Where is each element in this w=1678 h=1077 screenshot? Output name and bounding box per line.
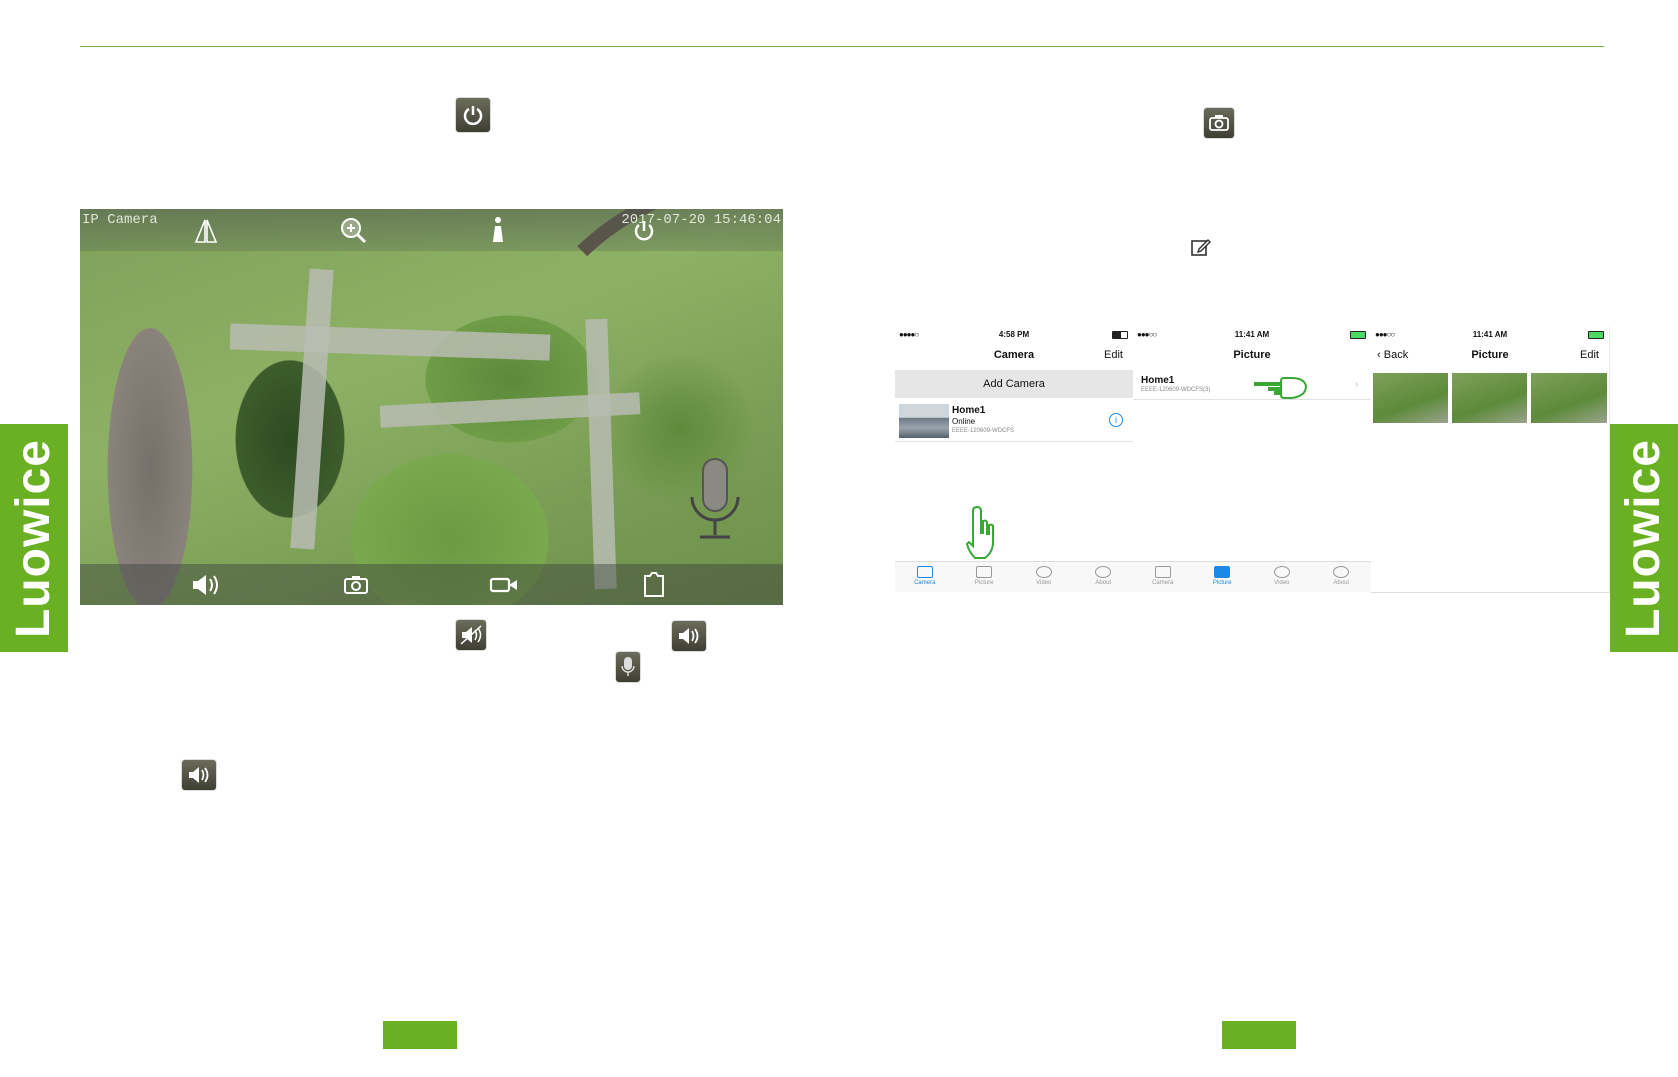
tab-video[interactable]: Video <box>1252 562 1312 592</box>
camera-bottom-toolbar <box>80 564 783 605</box>
speaker-icon <box>182 760 216 790</box>
status-bar: ●●●○○ 11:41 AM <box>1371 327 1609 341</box>
brand-side-tab-right: Luowice <box>1610 424 1678 652</box>
picture-thumbnail[interactable] <box>1531 373 1607 423</box>
tab-camera[interactable]: Camera <box>1133 562 1193 592</box>
camera-icon <box>1154 566 1171 578</box>
nav-bar: ‹ Back Picture Edit <box>1371 341 1609 369</box>
speaker-icon <box>672 621 706 651</box>
folder-subtitle: EEEE-120609-WDCFS(3) <box>1141 387 1211 393</box>
edit-icon <box>1190 236 1212 258</box>
garden-path <box>290 268 334 550</box>
tab-bar: Camera Picture Video About <box>895 561 1133 592</box>
info-icon[interactable]: i <box>1109 413 1123 427</box>
status-time: 11:41 AM <box>1472 330 1508 339</box>
power-icon[interactable] <box>630 217 658 245</box>
status-time: 4:58 PM <box>998 330 1030 339</box>
brand-label: Luowice <box>1617 438 1671 638</box>
record-video-icon[interactable] <box>488 573 520 597</box>
camera-name: Home1 <box>952 405 986 416</box>
nav-bar: Camera Edit <box>895 341 1133 369</box>
tab-bar: Camera Picture Video About <box>1133 561 1371 592</box>
phone-screen-picture-list: ●●●○○ 11:41 AM Picture Home1 EEEE-120609… <box>1133 327 1372 592</box>
picture-icon <box>976 566 993 578</box>
page-marker-right <box>1219 1021 1296 1049</box>
nav-title: Picture <box>1233 349 1271 361</box>
microphone-icon[interactable] <box>684 457 746 543</box>
pointing-hand-icon <box>965 505 995 561</box>
battery-icon <box>1112 331 1128 339</box>
camera-icon <box>916 566 933 578</box>
chevron-right-icon: › <box>1355 379 1359 390</box>
nav-title: Camera <box>993 349 1035 361</box>
picture-icon <box>1214 566 1231 578</box>
folder-title: Home1 <box>1141 375 1175 386</box>
nav-title: Picture <box>1471 349 1509 361</box>
video-icon <box>1035 566 1052 578</box>
mirror-icon[interactable] <box>192 217 220 245</box>
tab-picture[interactable]: Picture <box>1193 562 1253 592</box>
status-bar: ●●●○○ 11:41 AM <box>1133 327 1371 341</box>
about-icon <box>1333 566 1350 578</box>
power-icon <box>456 98 490 132</box>
tab-picture[interactable]: Picture <box>955 562 1015 592</box>
page-marker-left <box>380 1021 457 1049</box>
pan-tilt-icon[interactable] <box>488 215 508 245</box>
phone-screen-picture-gallery: ●●●○○ 11:41 AM ‹ Back Picture Edit <box>1371 327 1610 593</box>
tab-about[interactable]: About <box>1312 562 1372 592</box>
about-icon <box>1095 566 1112 578</box>
fullscreen-icon[interactable] <box>640 569 668 599</box>
microphone-icon <box>616 652 640 682</box>
brand-side-tab-left: Luowice <box>0 424 68 652</box>
speaker-icon[interactable] <box>190 571 224 599</box>
add-camera-button[interactable]: Add Camera <box>895 370 1133 398</box>
pointing-hand-icon <box>1253 373 1309 399</box>
header-rule <box>80 46 1604 47</box>
tab-camera[interactable]: Camera <box>895 562 955 592</box>
curved-road <box>500 209 783 605</box>
camera-live-view: IP Camera 2017-07-20 15:46:04 <box>80 209 783 605</box>
mute-icon <box>456 620 486 650</box>
tab-video[interactable]: Video <box>1014 562 1074 592</box>
battery-icon <box>1588 331 1604 339</box>
battery-icon <box>1350 331 1366 339</box>
picture-thumbnail[interactable] <box>1452 373 1527 423</box>
snapshot-icon <box>1204 108 1234 138</box>
phone-screen-camera-list: ●●●●○ 4:58 PM Camera Edit Add Camera Hom… <box>895 327 1134 592</box>
camera-list-item[interactable]: Home1 Online EEEE-120609-WDCFS i <box>895 401 1133 442</box>
nav-bar: Picture <box>1133 341 1371 369</box>
zoom-in-icon[interactable] <box>338 215 368 245</box>
tab-about[interactable]: About <box>1074 562 1134 592</box>
status-bar: ●●●●○ 4:58 PM <box>895 327 1133 341</box>
camera-thumbnail <box>899 404 949 438</box>
picture-folder-row[interactable]: Home1 EEEE-120609-WDCFS(3) › <box>1133 371 1371 400</box>
edit-button[interactable]: Edit <box>1104 349 1123 361</box>
garden-path <box>229 323 551 361</box>
brand-label: Luowice <box>7 438 61 638</box>
video-icon <box>1273 566 1290 578</box>
snapshot-icon[interactable] <box>342 573 370 597</box>
edit-button[interactable]: Edit <box>1580 349 1599 361</box>
camera-overlay-title: IP Camera <box>82 212 158 228</box>
picture-thumbnail[interactable] <box>1373 373 1448 423</box>
status-time: 11:41 AM <box>1234 330 1270 339</box>
camera-id: EEEE-120609-WDCFS <box>952 428 1015 434</box>
camera-status: Online <box>952 417 976 426</box>
